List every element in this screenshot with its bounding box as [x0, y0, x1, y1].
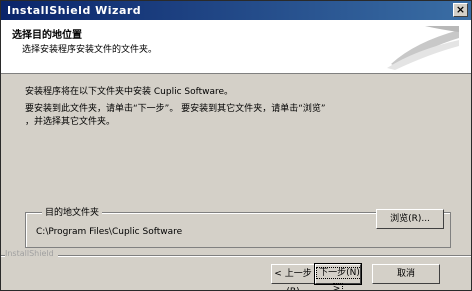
cancel-button[interactable]: 取消: [372, 264, 440, 284]
footer-divider: [1, 255, 471, 257]
page-title: 选择目的地位置: [12, 30, 82, 41]
wizard-banner-graphic: [387, 26, 459, 70]
installer-window: InstallShield Wizard × 选择目的地位置 选择安装程序安装文…: [0, 0, 472, 291]
close-icon: ×: [455, 3, 466, 16]
browse-button[interactable]: 浏览(R)...: [376, 209, 444, 229]
back-button[interactable]: < 上一步(B): [271, 264, 315, 290]
destination-folder-group: 目的地文件夹 C:\Program Files\Cuplic Software …: [25, 205, 451, 248]
next-button-label: 下一步(N) >: [316, 267, 360, 290]
wizard-content: 安装程序将在以下文件夹中安装 Cuplic Software。 要安装到此文件夹…: [1, 74, 471, 254]
page-subtitle: 选择安装程序安装文件的文件夹。: [22, 45, 158, 55]
wizard-header: 选择目的地位置 选择安装程序安装文件的文件夹。: [1, 20, 471, 74]
destination-path: C:\Program Files\Cuplic Software: [36, 227, 183, 237]
instruction-text-2: ，并选择其它文件夹。: [25, 117, 116, 127]
next-button[interactable]: 下一步(N) >: [314, 263, 362, 290]
install-location-text: 安装程序将在以下文件夹中安装 Cuplic Software。: [25, 87, 234, 97]
close-button[interactable]: ×: [453, 3, 468, 17]
title-bar[interactable]: InstallShield Wizard ×: [1, 1, 471, 20]
instruction-text-1: 要安装到此文件夹，请单击“下一步”。 要安装到其它文件夹，请单击“浏览”: [25, 104, 326, 114]
installshield-brand: InstallShield: [5, 249, 58, 258]
destination-folder-label: 目的地文件夹: [42, 205, 103, 218]
window-title: InstallShield Wizard: [7, 4, 142, 17]
